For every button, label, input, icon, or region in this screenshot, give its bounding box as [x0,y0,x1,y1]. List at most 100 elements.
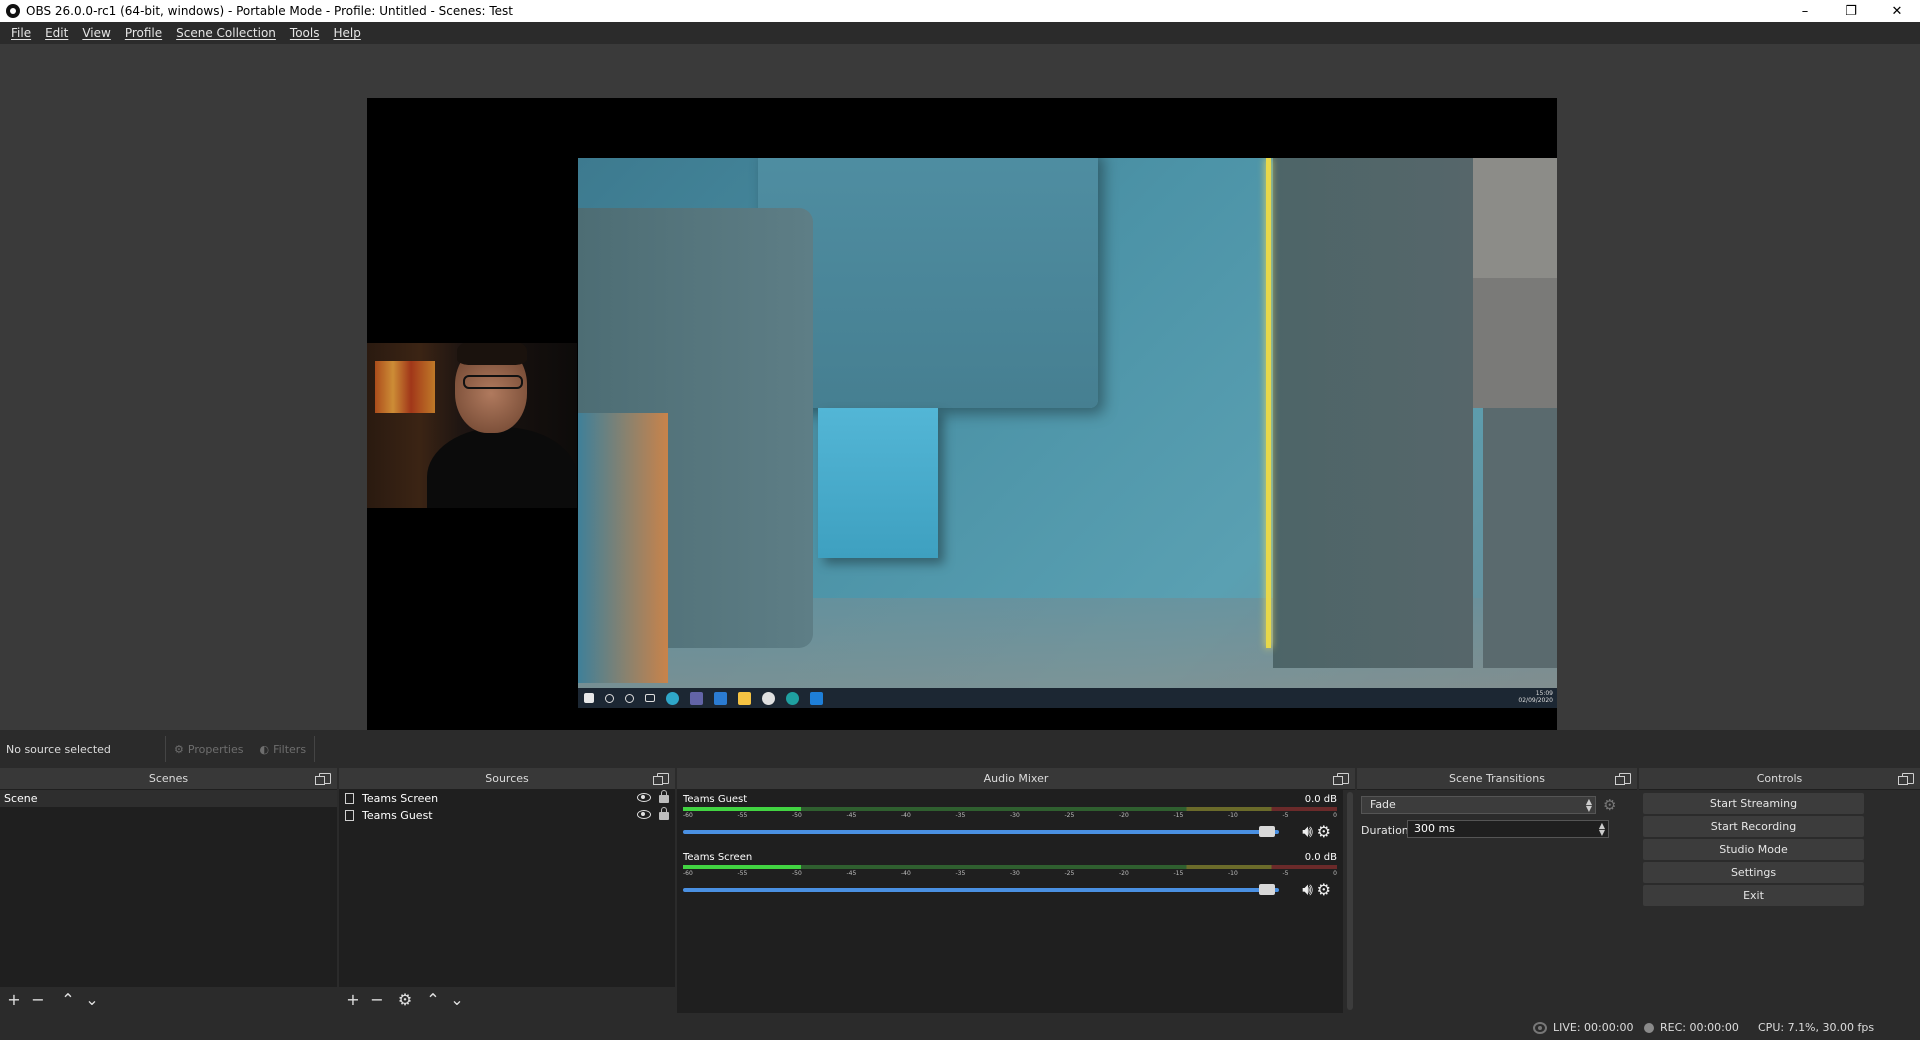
filters-label: Filters [273,742,307,756]
volume-slider[interactable] [683,888,1279,892]
meter-level [683,807,801,811]
menu-scene-collection[interactable]: Scene Collection [169,26,283,40]
tick-label: -60 [683,870,693,877]
lock-icon[interactable] [659,790,669,803]
person-body [427,427,577,508]
menu-tools[interactable]: Tools [283,26,327,40]
live-timer: LIVE: 00:00:00 [1553,1021,1634,1034]
gear-icon: ⚙ [174,742,184,756]
mixer-scrollbar[interactable] [1347,792,1353,1010]
tick-label: -35 [955,870,966,877]
file-explorer-icon [738,691,751,705]
float-dock-icon[interactable] [653,773,669,785]
menu-view[interactable]: View [75,26,117,40]
start-streaming-button[interactable]: Start Streaming [1643,793,1864,814]
transitions-body: Fade ▲ ▼ ⚙ Duration 300 ms ▲ ▼ [1357,790,1637,1013]
tick-label: 0 [1333,812,1337,819]
tick-label: -30 [1010,812,1020,819]
taskbar-clock: 15:09 02/09/2020 [1518,690,1553,704]
menu-help[interactable]: Help [326,26,367,40]
tick-label: -45 [846,812,857,819]
source-item[interactable]: Teams Guest [339,807,675,824]
restore-button[interactable]: ❐ [1828,0,1874,22]
close-button[interactable]: ✕ [1874,0,1920,22]
speaker-icon[interactable]: 🔊︎ [1302,880,1313,900]
wallpaper-block [578,413,668,683]
tick-label: -20 [1119,812,1129,819]
properties-button[interactable]: ⚙ Properties [166,743,251,756]
gear-icon[interactable]: ⚙ [1317,880,1331,899]
gear-icon[interactable]: ⚙ [1603,796,1616,814]
teams-icon [690,691,703,705]
wallpaper-block [1473,158,1557,278]
float-dock-icon[interactable] [1898,773,1914,785]
live-status: LIVE: 00:00:00 [1533,1021,1633,1034]
speaker-icon[interactable]: 🔊︎ [1302,822,1313,842]
teams-guest-video[interactable] [367,343,577,508]
duration-input[interactable]: 300 ms ▲ ▼ [1407,820,1609,838]
teams-screen-capture[interactable]: 15:09 02/09/2020 [578,158,1557,708]
volume-slider-handle[interactable] [1259,884,1275,895]
scenes-dock-title: Scenes [0,768,337,790]
lock-icon[interactable] [659,807,669,820]
float-dock-icon[interactable] [1615,773,1631,785]
windows-start-icon [584,693,594,703]
menu-file[interactable]: File [4,26,38,40]
filters-button[interactable]: ◐ Filters [251,743,314,756]
gear-icon[interactable]: ⚙ [1317,822,1331,841]
properties-label: Properties [187,742,244,756]
add-scene-button[interactable]: + [6,992,22,1008]
eye-icon[interactable] [637,810,651,819]
scene-item[interactable]: Scene [0,790,337,807]
source-properties-gear-icon[interactable]: ⚙ [397,992,413,1008]
preview-canvas[interactable]: 15:09 02/09/2020 [367,98,1557,766]
controls-dock-title: Controls [1639,768,1920,790]
source-name: Teams Guest [362,809,433,822]
tick-label: -35 [955,812,966,819]
tick-label: -5 [1282,870,1289,877]
cpu-status: CPU: 7.1%, 30.00 fps [1758,1021,1875,1034]
tick-label: -20 [1119,870,1129,877]
move-up-button[interactable]: ⌃ [425,992,441,1008]
chrome-icon [762,691,775,705]
float-dock-icon[interactable] [315,773,331,785]
start-recording-button[interactable]: Start Recording [1643,816,1864,837]
minimize-button[interactable]: – [1782,0,1828,22]
studio-mode-button[interactable]: Studio Mode [1643,839,1864,860]
exit-button[interactable]: Exit [1643,885,1864,906]
controls-title: Controls [1756,772,1803,785]
mixer-channel: Teams Screen 0.0 dB -60 -55 -50 -45 -40 … [683,848,1337,906]
tick-label: -60 [683,812,693,819]
sources-footer: + − ⚙ ⌃ ⌄ [339,987,675,1013]
eye-icon[interactable] [637,793,651,802]
float-dock-icon[interactable] [1333,773,1349,785]
add-source-button[interactable]: + [345,992,361,1008]
menu-edit[interactable]: Edit [38,26,75,40]
remove-source-button[interactable]: − [369,992,385,1008]
menu-profile[interactable]: Profile [118,26,169,40]
source-item[interactable]: Teams Screen [339,790,675,807]
duration-value: 300 ms [1414,822,1455,835]
settings-button[interactable]: Settings [1643,862,1864,883]
captured-taskbar: 15:09 02/09/2020 [578,688,1557,708]
meter-scale: -60 -55 -50 -45 -40 -35 -30 -25 -20 -15 … [683,812,1337,822]
filter-icon: ◐ [259,742,270,756]
channel-db: 0.0 dB [1304,852,1337,863]
tick-label: -50 [792,870,802,877]
move-up-button[interactable]: ⌃ [60,992,76,1008]
cortana-icon [625,693,634,703]
volume-slider-handle[interactable] [1259,826,1275,837]
channel-db: 0.0 dB [1304,794,1337,805]
volume-slider[interactable] [683,830,1279,834]
preview-area: 15:09 02/09/2020 [0,44,1920,766]
broadcast-icon [1533,1021,1547,1034]
remove-scene-button[interactable]: − [30,992,46,1008]
tick-label: -55 [737,812,748,819]
duration-label: Duration [1361,824,1409,837]
divider [314,736,316,762]
move-down-button[interactable]: ⌄ [449,992,465,1008]
volume-meter [683,807,1337,811]
stepper-icon[interactable]: ▲ ▼ [1599,822,1605,837]
move-down-button[interactable]: ⌄ [84,992,100,1008]
transition-select[interactable]: Fade ▲ ▼ [1361,796,1596,814]
